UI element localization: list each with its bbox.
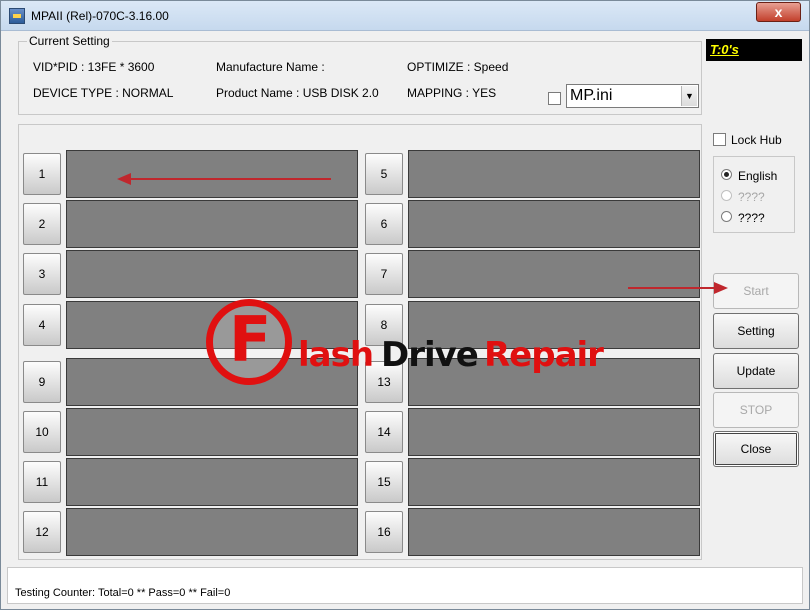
status-bar: Testing Counter: Total=0 ** Pass=0 ** Fa… [7,567,803,604]
main-window: MPAII (Rel)-070C-3.16.00 x Current Setti… [0,0,810,610]
port-button-13[interactable]: 13 [365,361,403,403]
chevron-down-icon[interactable]: ▼ [681,86,697,106]
language-label-3: ???? [738,211,765,225]
ini-file-select[interactable]: MP.ini ▼ [566,84,699,108]
start-button[interactable]: Start [713,273,799,309]
setting-button[interactable]: Setting [713,313,799,349]
port-button-3[interactable]: 3 [23,253,61,295]
port-button-8[interactable]: 8 [365,304,403,346]
port-button-16[interactable]: 16 [365,511,403,553]
port-button-10[interactable]: 10 [23,411,61,453]
ini-file-value: MP.ini [570,87,613,104]
port-button-6[interactable]: 6 [365,203,403,245]
port-button-9[interactable]: 9 [23,361,61,403]
language-radio-english[interactable] [721,169,732,180]
port-status-bar-8 [408,301,700,349]
close-button[interactable]: Close [713,431,799,467]
product-name-text: Product Name : USB DISK 2.0 [216,86,379,100]
port-button-12[interactable]: 12 [23,511,61,553]
port-status-bar-15 [408,458,700,506]
port-status-bar-14 [408,408,700,456]
language-radio-2[interactable] [721,190,732,201]
device-type-text: DEVICE TYPE : NORMAL [33,86,174,100]
title-bar[interactable]: MPAII (Rel)-070C-3.16.00 x [1,1,809,31]
port-button-1[interactable]: 1 [23,153,61,195]
timer-value: T:0's [710,42,739,57]
optimize-text: OPTIMIZE : Speed [407,60,509,74]
port-status-bar-5 [408,150,700,198]
lock-hub-checkbox[interactable] [713,133,726,146]
current-setting-legend: Current Setting [27,34,112,48]
port-button-14[interactable]: 14 [365,411,403,453]
vid-pid-text: VID*PID : 13FE * 3600 [33,60,155,74]
port-status-bar-6 [408,200,700,248]
port-status-bar-13 [408,358,700,406]
language-radio-3[interactable] [721,211,732,222]
ini-checkbox[interactable] [548,92,561,105]
port-button-5[interactable]: 5 [365,153,403,195]
port-button-4[interactable]: 4 [23,304,61,346]
timer-display: T:0's [706,39,802,61]
port-button-2[interactable]: 2 [23,203,61,245]
manufacture-name-text: Manufacture Name : [216,60,325,74]
window-title: MPAII (Rel)-070C-3.16.00 [31,9,169,23]
language-label-english: English [738,169,778,183]
port-status-bar-1 [66,150,358,198]
app-icon [9,8,25,24]
mapping-text: MAPPING : YES [407,86,497,100]
port-status-bar-16 [408,508,700,556]
lock-hub-label: Lock Hub [731,133,782,147]
port-status-bar-3 [66,250,358,298]
port-status-bar-7 [408,250,700,298]
port-status-bar-9 [66,358,358,406]
port-status-bar-10 [66,408,358,456]
testing-counter: Testing Counter: Total=0 ** Pass=0 ** Fa… [15,587,231,599]
language-label-2: ???? [738,190,765,204]
stop-button[interactable]: STOP [713,392,799,428]
port-status-bar-2 [66,200,358,248]
window-close-button[interactable]: x [756,2,801,22]
port-status-bar-11 [66,458,358,506]
update-button[interactable]: Update [713,353,799,389]
port-button-15[interactable]: 15 [365,461,403,503]
port-status-bar-4 [66,301,358,349]
port-button-7[interactable]: 7 [365,253,403,295]
port-status-bar-12 [66,508,358,556]
port-button-11[interactable]: 11 [23,461,61,503]
